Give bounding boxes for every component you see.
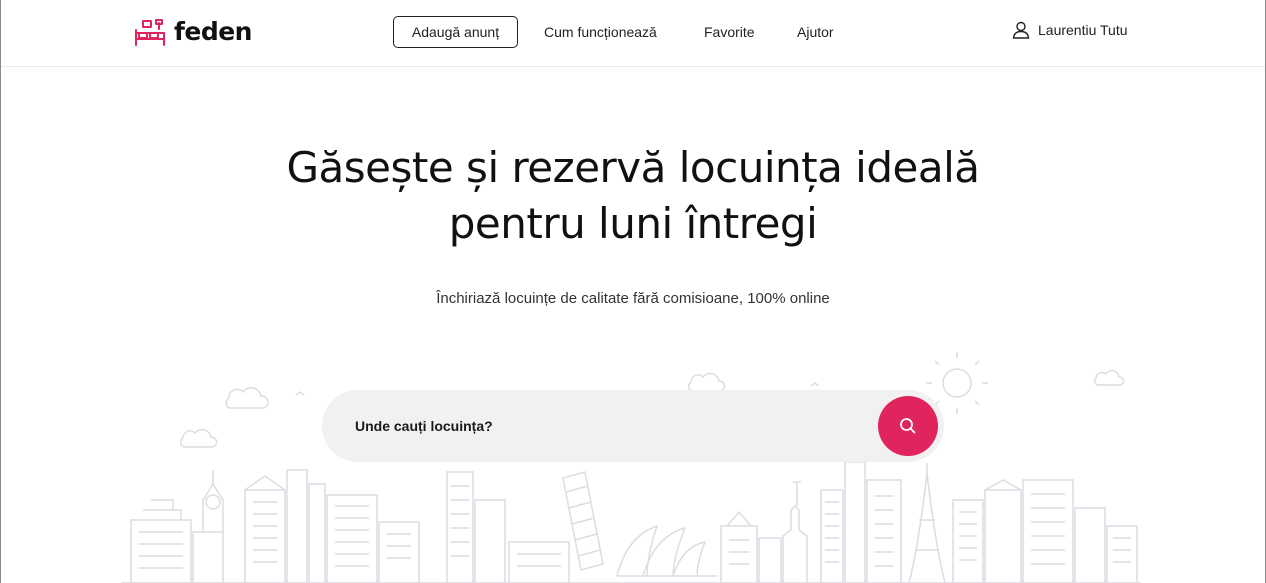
search-icon [900,418,916,434]
city-skyline-illustration [121,352,1141,583]
add-listing-button[interactable]: Adaugă anunț [393,16,518,48]
top-header: feden Adaugă anunț Cum funcționează Favo… [1,0,1265,67]
nav-favorites[interactable]: Favorite [704,23,755,41]
location-search-input[interactable] [355,390,855,462]
search-button[interactable] [878,396,938,456]
nav-help[interactable]: Ajutor [797,23,834,41]
nav-how-it-works[interactable]: Cum funcționează [544,23,657,41]
hero-subtitle: Închiriază locuințe de calitate fără com… [436,290,830,307]
hero-headline: Găsește și rezervă locuința ideală pentr… [1,140,1265,252]
user-icon [1012,21,1030,39]
brand-logo[interactable]: feden [134,17,252,47]
brand-name: feden [174,17,252,46]
search-bar [322,390,944,462]
user-menu[interactable]: Laurentiu Tutu [1012,21,1128,39]
user-name: Laurentiu Tutu [1038,22,1128,38]
hero-headline-line-2: pentru luni întregi [448,199,818,248]
hero-headline-line-1: Găsește și rezervă locuința ideală [286,143,980,192]
bed-logo-icon [135,19,165,46]
